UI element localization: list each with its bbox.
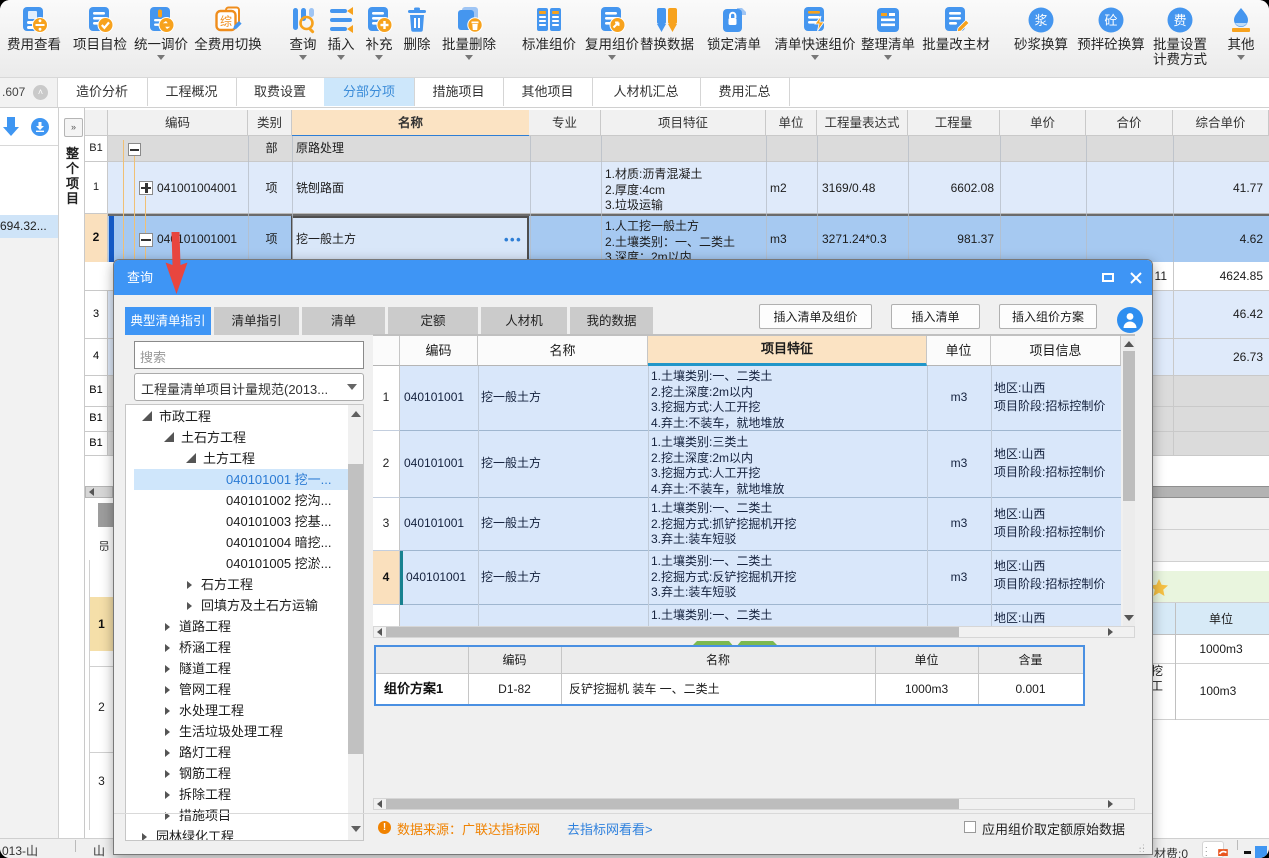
svg-text:砼: 砼 bbox=[1104, 13, 1117, 28]
svg-text:费: 费 bbox=[1173, 13, 1186, 28]
svg-text:浆: 浆 bbox=[1034, 13, 1047, 28]
svg-text:综: 综 bbox=[220, 15, 232, 29]
